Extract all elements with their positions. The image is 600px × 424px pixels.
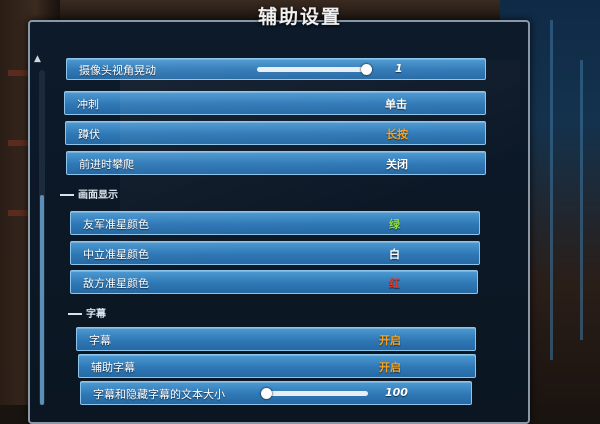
background-bar <box>580 60 583 340</box>
setting-label: 摄像头视角晃动 <box>79 64 156 77</box>
setting-label: 冲刺 <box>77 98 99 111</box>
setting-value: 单击 <box>385 98 407 111</box>
section-header-display: 画面显示 <box>60 186 118 201</box>
setting-value: 红 <box>389 277 400 290</box>
section-dash <box>60 194 74 196</box>
section-header-subtitles: 字幕 <box>68 305 106 320</box>
setting-label: 前进时攀爬 <box>79 158 134 171</box>
setting-value: 开启 <box>379 334 401 347</box>
page-title: 辅助设置 <box>257 6 342 28</box>
scrollbar-thumb[interactable] <box>40 195 44 405</box>
setting-label: 中立准星颜色 <box>83 248 149 261</box>
setting-row-climb[interactable]: 前进时攀爬 关闭 <box>66 151 486 175</box>
setting-value: 1 <box>395 62 403 75</box>
setting-label: 友军准星颜色 <box>83 218 149 231</box>
setting-value: 白 <box>389 248 400 261</box>
setting-value: 长按 <box>386 128 408 141</box>
setting-label: 字幕和隐藏字幕的文本大小 <box>93 388 225 401</box>
setting-row-subtitle-size[interactable]: 字幕和隐藏字幕的文本大小 100 <box>80 381 472 405</box>
setting-label: 辅助字幕 <box>91 361 135 374</box>
setting-row-enemy-crosshair[interactable]: 敌方准星颜色 红 <box>70 270 478 294</box>
slider-knob[interactable] <box>261 388 272 399</box>
setting-label: 蹲伏 <box>78 128 100 141</box>
setting-row-friendly-crosshair[interactable]: 友军准星颜色 绿 <box>70 211 480 235</box>
up-arrow-icon[interactable]: ▲ <box>34 54 41 64</box>
setting-row-sprint[interactable]: 冲刺 单击 <box>64 91 486 115</box>
setting-row-crouch[interactable]: 蹲伏 长按 <box>65 121 486 145</box>
setting-row-assist-subtitles[interactable]: 辅助字幕 开启 <box>78 354 476 378</box>
background-bar <box>550 20 553 360</box>
slider-knob[interactable] <box>361 64 372 75</box>
slider-track[interactable] <box>257 67 367 72</box>
setting-value: 绿 <box>389 218 400 231</box>
slider-track[interactable] <box>263 391 368 396</box>
setting-label: 敌方准星颜色 <box>83 277 149 290</box>
section-title: 字幕 <box>86 309 106 320</box>
section-title: 画面显示 <box>78 190 118 201</box>
setting-value: 100 <box>385 386 408 399</box>
setting-value: 关闭 <box>386 158 408 171</box>
setting-row-neutral-crosshair[interactable]: 中立准星颜色 白 <box>70 241 480 265</box>
setting-row-camera-shake[interactable]: 摄像头视角晃动 1 <box>66 58 486 80</box>
setting-row-subtitles[interactable]: 字幕 开启 <box>76 327 476 351</box>
setting-label: 字幕 <box>89 334 111 347</box>
setting-value: 开启 <box>379 361 401 374</box>
section-dash <box>68 313 82 315</box>
